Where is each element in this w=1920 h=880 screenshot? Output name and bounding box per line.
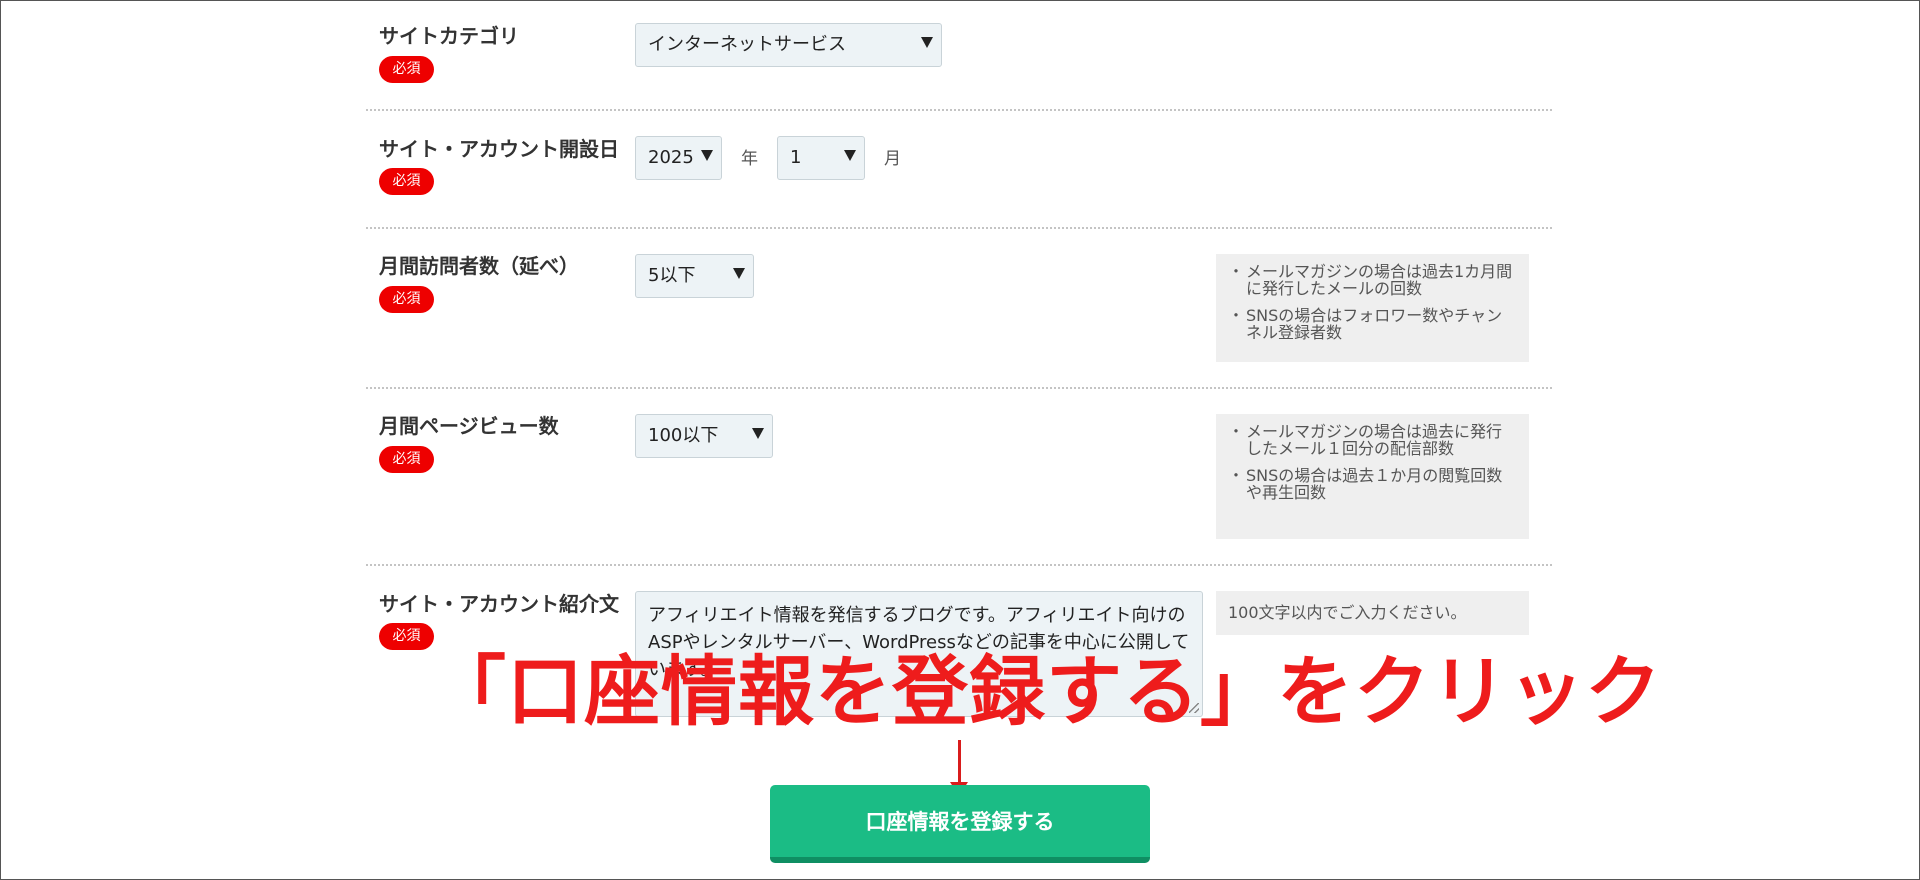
year-unit-label: 年 (741, 149, 758, 169)
chevron-down-icon (701, 150, 713, 161)
month-select-value: 1 (790, 147, 802, 168)
required-badge: 必須 (379, 56, 434, 83)
chevron-down-icon (921, 37, 933, 48)
row-divider (366, 227, 1552, 229)
note-item: メールマガジンの場合は過去に発行したメール１回分の配信部数 (1228, 423, 1517, 457)
month-select[interactable]: 1 (777, 136, 865, 180)
field-label-monthly-visitors: 月間訪問者数（延べ） (379, 254, 579, 278)
monthly-visitors-select[interactable]: 5以下 (635, 254, 754, 298)
chevron-down-icon (733, 268, 745, 279)
monthly-visitors-value: 5以下 (648, 265, 696, 286)
chevron-down-icon (752, 428, 764, 439)
monthly-pageviews-note: メールマガジンの場合は過去に発行したメール１回分の配信部数 SNSの場合は過去１… (1216, 414, 1529, 539)
monthly-visitors-note: メールマガジンの場合は過去1カ月間に発行したメールの回数 SNSの場合はフォロワ… (1216, 254, 1529, 362)
category-select[interactable]: インターネットサービス (635, 23, 942, 67)
year-select-value: 2025 (648, 147, 694, 168)
year-select[interactable]: 2025 (635, 136, 722, 180)
required-badge: 必須 (379, 168, 434, 195)
field-label-monthly-pageviews: 月間ページビュー数 (379, 414, 559, 438)
row-divider (366, 109, 1552, 111)
instruction-annotation: 「口座情報を登録する」をクリック (430, 647, 1662, 736)
monthly-pageviews-value: 100以下 (648, 425, 719, 446)
monthly-pageviews-select[interactable]: 100以下 (635, 414, 773, 458)
description-hint: 100文字以内でご入力ください。 (1216, 591, 1529, 635)
register-account-button[interactable]: 口座情報を登録する (770, 785, 1150, 863)
note-item: SNSの場合は過去１か月の閲覧回数や再生回数 (1228, 467, 1517, 501)
note-item: メールマガジンの場合は過去1カ月間に発行したメールの回数 (1228, 263, 1517, 297)
required-badge: 必須 (379, 623, 434, 650)
required-badge: 必須 (379, 446, 434, 473)
required-badge: 必須 (379, 286, 434, 313)
category-select-value: インターネットサービス (648, 34, 846, 55)
row-divider (366, 564, 1552, 566)
field-label-category: サイトカテゴリ (379, 24, 519, 48)
field-label-opening-date: サイト・アカウント開設日 (379, 137, 619, 161)
row-divider (366, 387, 1552, 389)
note-item: SNSの場合はフォロワー数やチャンネル登録者数 (1228, 307, 1517, 341)
month-unit-label: 月 (884, 149, 901, 169)
chevron-down-icon (844, 150, 856, 161)
field-label-description: サイト・アカウント紹介文 (379, 592, 619, 616)
